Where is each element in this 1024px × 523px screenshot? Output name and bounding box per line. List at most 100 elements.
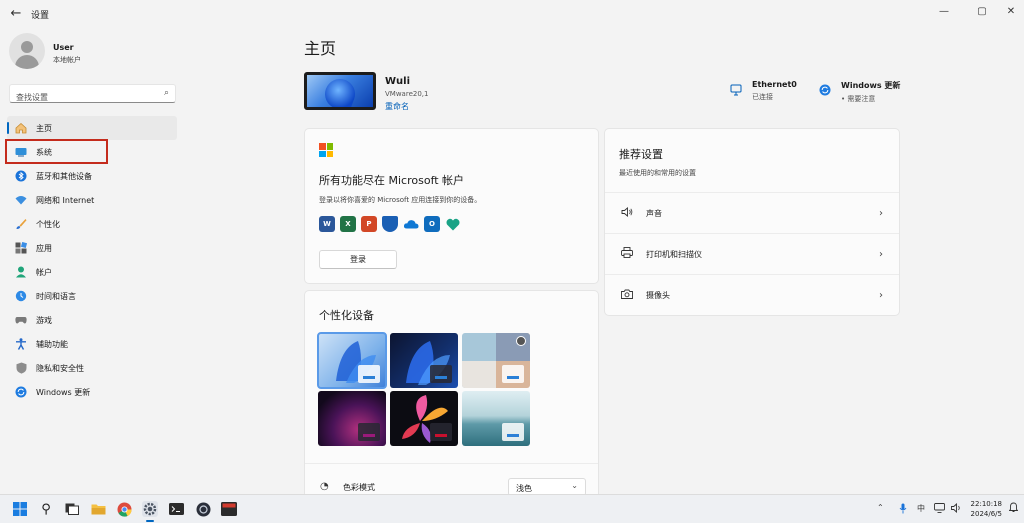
excel-icon: X [340,216,356,232]
close-icon[interactable]: ✕ [1001,4,1021,20]
maximize-icon[interactable]: ▢ [972,4,992,20]
setting-row-camera[interactable]: 摄像头 › [605,275,899,315]
chevron-down-icon: ⌄ [571,481,578,490]
app-icons: W X P O [319,216,461,232]
sidebar-item-label: 个性化 [36,219,60,229]
setting-row-label: 摄像头 [646,290,670,300]
shield-icon [15,362,27,374]
chevron-up-icon[interactable]: ⌃ [877,503,884,512]
apps-icon [15,242,27,254]
update-icon [15,386,27,398]
sidebar-item-windows-update[interactable]: Windows 更新 [7,380,177,404]
speaker-icon [620,206,634,220]
app-title: 设置 [31,11,50,21]
sidebar-item-accounts[interactable]: 帐户 [7,260,177,284]
title-bar: ← 设置 — ▢ ✕ [0,0,1024,28]
status-title: Windows 更新 [841,81,901,90]
task-view-icon[interactable] [64,501,80,517]
gamepad-icon [15,314,27,326]
theme-glow[interactable] [318,391,386,446]
sidebar-item-label: 游戏 [36,315,52,325]
search-box[interactable]: ⌕ [9,84,176,106]
sidebar-item-home[interactable]: 主页 [7,116,177,140]
microsoft-account-card: 所有功能尽在 Microsoft 帐户 登录以将你喜爱的 Microsoft 应… [304,128,599,284]
windows-update-status[interactable]: Windows 更新 • 需要注意 [819,80,900,104]
sidebar-item-time-language[interactable]: 时间和语言 [7,284,177,308]
defender-icon [382,216,398,232]
terminal-icon[interactable] [168,501,184,517]
clock-date: 2024/6/5 [970,510,1002,518]
chevron-right-icon: › [879,289,883,301]
bluetooth-icon [15,170,27,182]
back-arrow-icon[interactable]: ← [8,6,24,22]
sidebar-item-label: 网络和 Internet [36,195,95,205]
theme-bloom-dark[interactable] [390,333,458,388]
theme-lake[interactable] [462,391,530,446]
onedrive-icon [403,216,419,232]
personalize-card: 个性化设备 ◔ 色彩模式 浅色 ⌄ [304,290,599,510]
windows-start-icon[interactable] [12,501,28,517]
sidebar-item-gaming[interactable]: 游戏 [7,308,177,332]
sidebar-item-apps[interactable]: 应用 [7,236,177,260]
volume-icon[interactable] [951,502,962,515]
app-red-icon[interactable] [221,501,237,517]
active-app-indicator [146,520,154,522]
setting-row-sound[interactable]: 声音 › [605,193,899,233]
color-mode-label: 色彩模式 [343,483,375,492]
minimize-icon[interactable]: — [934,4,954,20]
accessibility-icon [15,338,27,350]
word-icon: W [319,216,335,232]
sidebar-item-label: 应用 [36,243,52,253]
personalize-card-title: 个性化设备 [319,309,374,322]
sidebar-item-network[interactable]: 网络和 Internet [7,188,177,212]
network-icon[interactable] [934,503,945,515]
family-icon [445,216,461,232]
ethernet-status[interactable]: Ethernet0 已连接 [730,80,797,102]
theme-grid [317,332,530,446]
search-icon[interactable]: ⚲ [38,501,54,517]
sidebar-item-label: 隐私和安全性 [36,363,84,373]
theme-bloom-light[interactable] [317,332,387,389]
theme-flower[interactable] [390,391,458,446]
clock-time: 22:10:18 [970,500,1002,508]
account-card-title: 所有功能尽在 Microsoft 帐户 [319,174,465,187]
sidebar-item-bluetooth[interactable]: 蓝牙和其他设备 [7,164,177,188]
paintbrush-icon [15,218,27,230]
sidebar-item-accessibility[interactable]: 辅助功能 [7,332,177,356]
recommended-desc: 最近使用的和常用的设置 [619,169,696,177]
file-explorer-icon[interactable] [90,501,106,517]
sidebar-item-personalization[interactable]: 个性化 [7,212,177,236]
settings-gear-icon[interactable] [142,501,158,517]
recommended-title: 推荐设置 [619,148,663,161]
account-card-desc: 登录以将你喜爱的 Microsoft 应用连接到你的设备。 [319,196,482,204]
printer-icon [620,247,634,261]
globe-clock-icon [15,290,27,302]
avatar[interactable] [9,33,45,69]
theme-photo[interactable] [462,333,530,388]
ethernet-icon [730,84,742,96]
input-language[interactable]: 中 [917,503,925,514]
rename-link[interactable]: 重命名 [385,101,409,112]
setting-row-printers[interactable]: 打印机和扫描仪 › [605,234,899,274]
signin-button[interactable]: 登录 [319,250,397,269]
status-sub: • 需要注意 [841,95,876,103]
sidebar-item-label: 辅助功能 [36,339,68,349]
user-name: User [53,43,74,52]
search-icon[interactable]: ⌕ [164,88,169,98]
wifi-icon [15,194,27,206]
camera-icon [620,289,634,302]
microphone-icon[interactable] [899,503,907,516]
chevron-right-icon: › [879,248,883,260]
app-circle-icon[interactable] [195,501,211,517]
color-palette-icon: ◔ [320,481,329,492]
sidebar-item-label: Windows 更新 [36,387,91,397]
taskbar-clock[interactable]: 22:10:18 2024/6/5 [971,499,1002,519]
chrome-icon[interactable] [116,501,132,517]
search-input[interactable] [10,89,150,106]
account-icon [15,266,27,278]
outlook-icon: O [424,216,440,232]
device-thumbnail [304,72,376,110]
notification-icon[interactable] [1008,502,1019,515]
page-title: 主页 [304,39,337,58]
sidebar-item-privacy[interactable]: 隐私和安全性 [7,356,177,380]
